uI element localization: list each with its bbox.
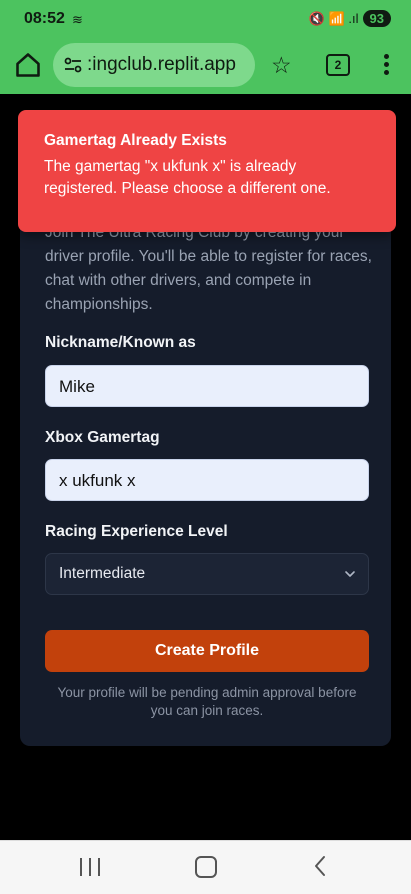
approval-note: Your profile will be pending admin appro…	[57, 685, 357, 718]
back-icon[interactable]	[312, 855, 328, 877]
status-bar: 08:52 ≋ 🔇 📶 .ıl 93	[0, 0, 411, 38]
recents-icon[interactable]	[80, 858, 100, 876]
toast-title: Gamertag Already Exists	[44, 132, 227, 149]
error-toast[interactable]: Gamertag Already Exists The gamertag "x …	[18, 110, 396, 232]
tabs-icon[interactable]: 2	[326, 54, 350, 76]
home-icon[interactable]	[14, 51, 42, 79]
nickname-label: Nickname/Known as	[45, 334, 196, 351]
address-bar[interactable]: :ingclub.replit.app	[53, 43, 255, 87]
battery-indicator: 93	[362, 10, 391, 27]
more-vert-icon[interactable]	[379, 51, 393, 79]
star-icon[interactable]: ☆	[271, 52, 292, 79]
signal-icons: 🔇 📶 .ıl	[308, 10, 359, 26]
system-navigation-bar	[0, 840, 411, 894]
url-text[interactable]: :ingclub.replit.app	[87, 54, 236, 76]
page-content: Join The Ultra Racing Club by creating y…	[0, 94, 411, 840]
home-circle-icon[interactable]	[195, 856, 217, 878]
system-icons: 🔇 📶 .ıl 93	[309, 10, 391, 27]
gamertag-input[interactable]: x ukfunk x	[45, 459, 369, 501]
experience-select[interactable]: Intermediate	[45, 553, 369, 595]
experience-label: Racing Experience Level	[45, 523, 228, 540]
form-intro: Join The Ultra Racing Club by creating y…	[45, 224, 372, 313]
toast-message: The gamertag "x ukfunk x" is already reg…	[44, 158, 331, 197]
nickname-input[interactable]: Mike	[45, 365, 369, 407]
gamertag-label: Xbox Gamertag	[45, 429, 160, 446]
chevron-down-icon	[345, 571, 355, 577]
tune-icon[interactable]	[63, 55, 83, 75]
create-profile-button[interactable]: Create Profile	[45, 630, 369, 672]
browser-toolbar: :ingclub.replit.app ☆ 2	[0, 38, 411, 94]
cast-icon: ≋	[72, 12, 83, 27]
status-time: 08:52	[24, 10, 65, 27]
experience-selected-value: Intermediate	[59, 565, 146, 582]
